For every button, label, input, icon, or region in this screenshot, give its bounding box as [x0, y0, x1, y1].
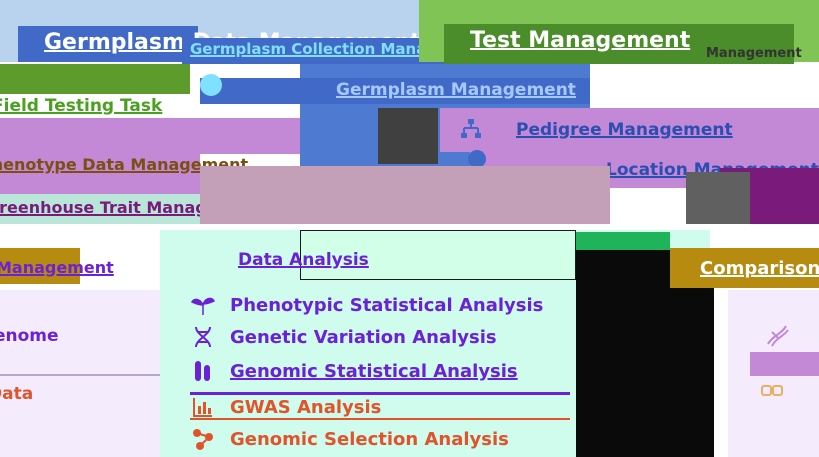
right-gray-block: [686, 172, 750, 224]
menu-field-testing-task[interactable]: Field Testing Task: [0, 96, 162, 116]
bottom-left-item-genome[interactable]: Genome: [0, 326, 59, 346]
right-dna-icon: [764, 322, 790, 348]
menu-germplasm-management[interactable]: Germplasm Management: [336, 80, 576, 100]
analysis-label: Genomic Selection Analysis: [230, 428, 509, 450]
test-panel-subtitle: Management: [706, 46, 802, 61]
analysis-item-phenotypic[interactable]: Phenotypic Statistical Analysis: [190, 292, 543, 318]
analysis-label: GWAS Analysis: [230, 396, 382, 418]
chromosome-icon: [190, 359, 216, 383]
right-panel-bar: [750, 352, 819, 376]
dark-gray-block: [378, 108, 438, 164]
dna-icon: [190, 325, 216, 349]
analysis-item-genomic-statistical[interactable]: Genomic Statistical Analysis: [190, 358, 518, 384]
molecule-icon: [190, 427, 216, 451]
analysis-item-genetic-variation[interactable]: Genetic Variation Analysis: [190, 324, 497, 350]
right-panel-header-label: Comparison: [700, 258, 819, 279]
analysis-item-genomic-selection[interactable]: Genomic Selection Analysis: [190, 426, 509, 452]
data-analysis-title: Data Analysis: [238, 250, 369, 270]
left-purple-band: [0, 118, 300, 154]
test-panel-title: Test Management: [470, 28, 691, 53]
analysis-item-gwas[interactable]: GWAS Analysis: [190, 394, 381, 420]
bottom-left-header-label: Management: [0, 258, 114, 277]
chart-icon: [190, 396, 216, 418]
bottom-left-divider: [0, 374, 160, 376]
field-testing-stripe: [0, 64, 190, 94]
analysis-label: Genetic Variation Analysis: [230, 326, 497, 348]
analysis-label: Genomic Statistical Analysis: [230, 360, 518, 382]
pedigree-icon: [460, 118, 482, 140]
right-link-icon: [760, 380, 784, 402]
menu-pedigree-management[interactable]: Pedigree Management: [516, 120, 733, 140]
germplasm-icon: [200, 74, 222, 96]
bottom-left-item-data[interactable]: Data: [0, 384, 33, 404]
analysis-label: Phenotypic Statistical Analysis: [230, 294, 544, 316]
seedling-icon: [190, 293, 216, 317]
gwas-bottom-line: [190, 418, 570, 420]
center-mauve-band: [200, 166, 610, 224]
